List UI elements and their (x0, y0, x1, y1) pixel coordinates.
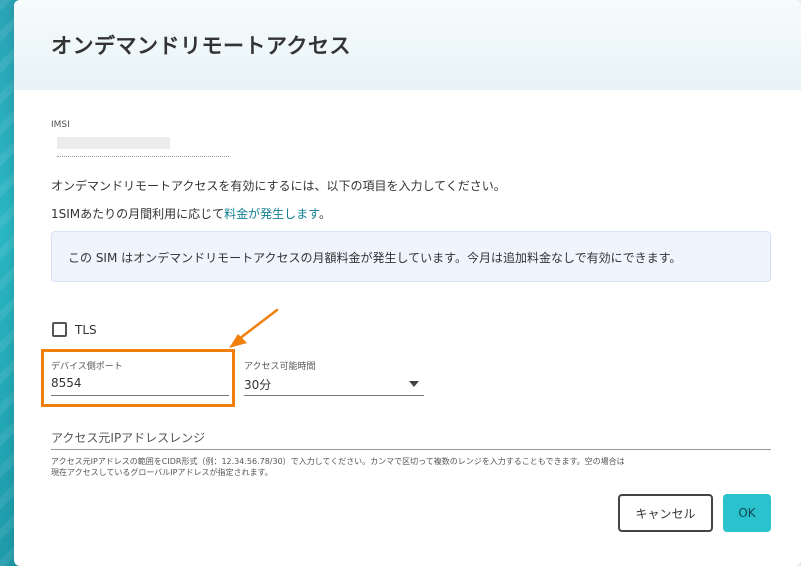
tls-label: TLS (75, 322, 97, 337)
help-line-2: 現在アクセスしているグローバルIPアドレスが指定されます。 (51, 468, 273, 477)
source-range-help: アクセス元IPアドレスの範囲をCIDR形式（例：12.34.56.78/30）で… (51, 456, 781, 478)
annotation-arrow-icon (229, 308, 279, 348)
info-alert: この SIM はオンデマンドリモートアクセスの月額料金が発生しています。今月は追… (51, 231, 771, 282)
info-message: この SIM はオンデマンドリモートアクセスの月額料金が発生しています。今月は追… (68, 251, 682, 265)
fee-prefix: 1SIMあたりの月間利用に応じて (51, 207, 225, 221)
intro-text: オンデマンドリモートアクセスを有効にするには、以下の項目を入力してください。 (51, 179, 506, 193)
imsi-value-redacted (57, 137, 170, 149)
fee-text: 1SIMあたりの月間利用に応じて料金が発生します。 (51, 205, 331, 222)
imsi-underline (57, 156, 229, 157)
remote-access-dialog: オンデマンドリモートアクセス IMSI オンデマンドリモートアクセスを有効にする… (14, 0, 801, 566)
dialog-title: オンデマンドリモートアクセス (51, 34, 351, 58)
chevron-down-icon[interactable] (409, 381, 419, 387)
source-range-underline (51, 449, 771, 450)
access-time-underline (244, 395, 424, 396)
help-line-1: アクセス元IPアドレスの範囲をCIDR形式（例：12.34.56.78/30）で… (51, 457, 625, 466)
tls-checkbox-row[interactable]: TLS (52, 322, 97, 337)
port-label: デバイス側ポート (51, 362, 123, 372)
access-time-select[interactable]: 30分 (244, 376, 271, 393)
port-underline (51, 395, 229, 396)
fee-suffix: 。 (318, 207, 331, 221)
fee-link[interactable]: 料金が発生します (224, 207, 319, 221)
port-input[interactable]: 8554 (51, 376, 82, 390)
cancel-button[interactable]: キャンセル (618, 494, 713, 532)
access-time-label: アクセス可能時間 (244, 362, 316, 372)
dialog-header: オンデマンドリモートアクセス (14, 0, 801, 90)
ok-button[interactable]: OK (723, 494, 771, 532)
source-range-input[interactable]: アクセス元IPアドレスレンジ (51, 429, 205, 446)
imsi-label: IMSI (51, 120, 70, 130)
tls-checkbox[interactable] (52, 322, 67, 337)
